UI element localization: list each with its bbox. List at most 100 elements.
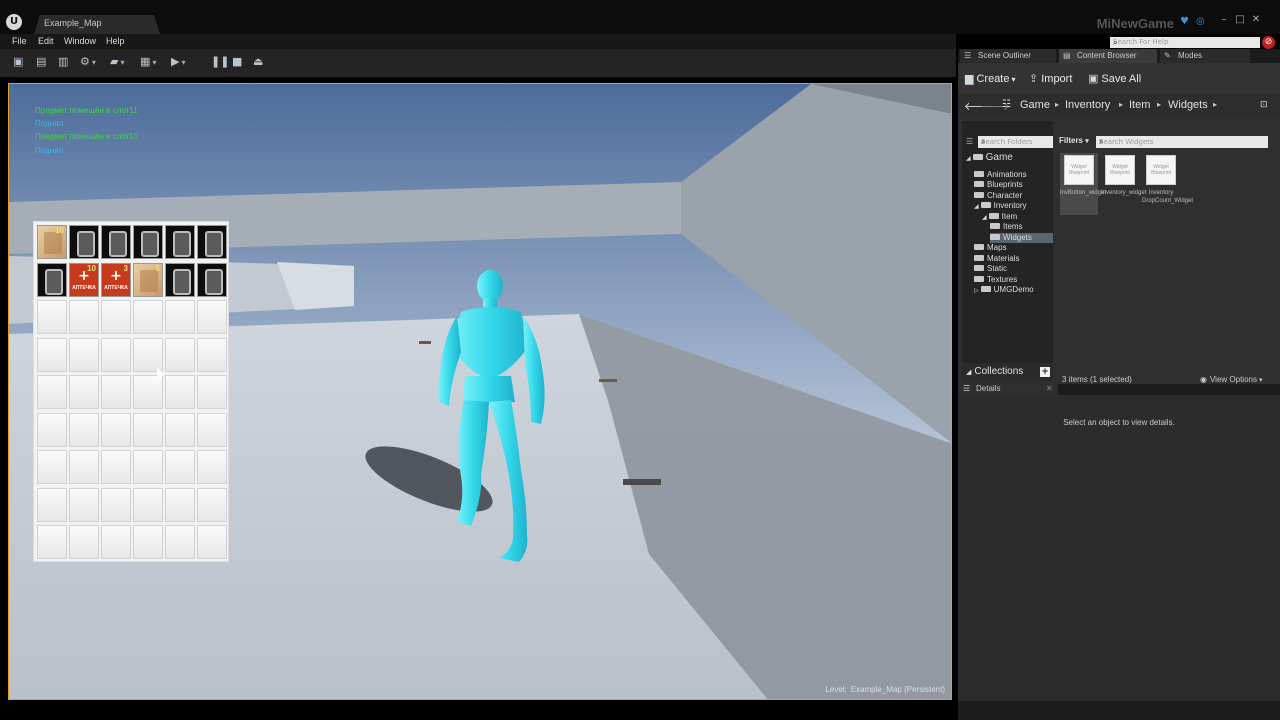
inventory-slot-phone[interactable] <box>37 262 67 297</box>
expand-arrow-icon[interactable]: ◢ <box>966 156 971 162</box>
inventory-slot-empty[interactable] <box>101 300 131 334</box>
expand-arrow-icon[interactable]: ◢ <box>982 215 987 221</box>
breadcrumb-widgets[interactable]: Widgets <box>1168 99 1208 111</box>
menu-window[interactable]: Window <box>64 36 96 46</box>
folder-animations[interactable]: Animations <box>974 170 1027 180</box>
folder-character[interactable]: Character <box>974 191 1022 201</box>
inventory-slot-empty[interactable] <box>101 525 131 559</box>
inventory-slot-empty[interactable] <box>101 375 131 409</box>
inventory-slot-empty[interactable] <box>197 412 227 447</box>
eject-icon[interactable]: ⏏ <box>253 55 263 69</box>
inventory-slot-empty[interactable] <box>101 337 131 372</box>
tab-details[interactable]: ☰ Details ✕ <box>958 382 1058 395</box>
inventory-slot-empty[interactable] <box>69 412 99 447</box>
view-options-button[interactable]: ◉ View Options ▾ <box>1200 375 1263 384</box>
inventory-slot-empty[interactable] <box>69 487 99 522</box>
breadcrumb-inventory[interactable]: Inventory <box>1065 99 1110 111</box>
inventory-slot-phone[interactable] <box>197 262 227 297</box>
tree-toggle-icon[interactable]: ☰ <box>966 137 973 146</box>
tab-content-browser[interactable]: ▤ Content Browser <box>1059 49 1157 63</box>
folder-game[interactable]: ◢ Game <box>966 153 1013 163</box>
cancel-search-icon[interactable]: ⊘ <box>1262 36 1275 49</box>
folder-textures[interactable]: Textures <box>974 275 1017 285</box>
inventory-slot-empty[interactable] <box>69 337 99 372</box>
inventory-slot-scroll[interactable]: 10 <box>37 225 67 259</box>
asset-tile[interactable]: Widget Blueprint Inventory_widget <box>1101 153 1146 215</box>
inventory-slot-empty[interactable] <box>101 412 131 447</box>
asset-tile[interactable]: Widget Blueprint InvButton_widget <box>1060 153 1106 215</box>
inventory-slot-empty[interactable] <box>133 525 163 559</box>
inventory-slot-empty[interactable] <box>133 300 163 334</box>
matinee-icon[interactable]: ▦ <box>140 55 156 69</box>
pause-icon[interactable]: ❚❚ <box>211 55 229 69</box>
inventory-slot-medkit[interactable]: 3 АПТЕЧКА <box>101 262 131 297</box>
folder-item[interactable]: ◢ Item <box>982 212 1017 222</box>
inventory-slot-empty[interactable] <box>133 375 163 409</box>
save-icon[interactable]: ▣ <box>13 55 23 69</box>
add-collection-icon[interactable]: + <box>1040 367 1050 377</box>
folder-inventory[interactable]: ◢ Inventory <box>974 201 1027 211</box>
inventory-slot-empty[interactable] <box>133 450 163 484</box>
inventory-slot-empty[interactable] <box>197 487 227 522</box>
inventory-slot-phone[interactable] <box>133 225 163 259</box>
path-menu-icon[interactable]: ☷ <box>1002 99 1011 110</box>
menu-edit[interactable]: Edit <box>38 36 54 46</box>
save-all-button[interactable]: ▣ Save All <box>1088 72 1141 85</box>
play-icon[interactable]: ▶ <box>171 55 185 69</box>
folder-maps[interactable]: Maps <box>974 243 1007 253</box>
minimize-icon[interactable]: – <box>1218 14 1230 26</box>
lock-icon[interactable]: ⊡ <box>1260 99 1268 110</box>
level-document-tab[interactable]: Example_Map <box>34 15 160 34</box>
filters-button[interactable]: Filters ▾ <box>1059 136 1089 145</box>
inventory-slot-empty[interactable] <box>37 525 67 559</box>
chevron-right-icon[interactable]: ▸ <box>1157 100 1161 109</box>
inventory-slot-empty[interactable] <box>165 525 195 559</box>
chevron-right-icon[interactable]: ▸ <box>1213 100 1217 109</box>
menu-file[interactable]: File <box>12 36 27 46</box>
settings-icon[interactable]: ⚙ <box>80 55 96 69</box>
tab-scene-outliner[interactable]: ☰ Scene Outliner <box>960 49 1056 63</box>
inventory-slot-phone[interactable] <box>197 225 227 259</box>
blueprints-icon[interactable]: ▰ <box>110 55 124 69</box>
inventory-slot-empty[interactable] <box>197 450 227 484</box>
folder-items[interactable]: Items <box>990 222 1023 232</box>
inventory-slot-medkit[interactable]: 10 АПТЕЧКА <box>69 262 99 297</box>
chevron-right-icon[interactable]: ▸ <box>1119 100 1123 109</box>
folder-widgets[interactable]: Widgets <box>990 232 1053 243</box>
asset-tile[interactable]: Widget Blueprint Inventory DropCount_Widg… <box>1142 153 1193 215</box>
inventory-slot-empty[interactable] <box>133 487 163 522</box>
inventory-slot-empty[interactable] <box>197 300 227 334</box>
inventory-slot-phone[interactable] <box>165 262 195 297</box>
breadcrumb-game[interactable]: Game <box>1020 99 1050 111</box>
inventory-slot-empty[interactable] <box>37 450 67 484</box>
inventory-slot-empty[interactable] <box>101 450 131 484</box>
inventory-slot-empty[interactable] <box>37 300 67 334</box>
close-icon[interactable]: ✕ <box>1046 382 1053 395</box>
feedback-icon[interactable]: ♥ <box>1180 17 1190 27</box>
menu-help[interactable]: Help <box>106 36 125 46</box>
inventory-slot-scroll[interactable]: 5 <box>133 262 163 297</box>
inventory-slot-empty[interactable] <box>165 412 195 447</box>
inventory-slot-phone[interactable] <box>165 225 195 259</box>
folder-static[interactable]: Static <box>974 264 1007 274</box>
inventory-slot-empty[interactable] <box>165 300 195 334</box>
folder-materials[interactable]: Materials <box>974 254 1019 264</box>
inventory-slot-empty[interactable] <box>37 375 67 409</box>
inventory-slot-empty[interactable] <box>37 412 67 447</box>
inventory-grid[interactable]: 10 10 АПТЕЧКА 3 АПТЕЧКА 5 <box>33 221 229 562</box>
source-control-icon[interactable]: ▤ <box>36 55 46 69</box>
inventory-slot-empty[interactable] <box>197 337 227 372</box>
inventory-slot-empty[interactable] <box>197 525 227 559</box>
inventory-slot-empty[interactable] <box>69 525 99 559</box>
breadcrumb-item[interactable]: Item <box>1129 99 1150 111</box>
search-widgets-input[interactable]: Search Widgets ⌕ <box>1096 136 1268 148</box>
tab-modes[interactable]: ✎ Modes <box>1160 49 1250 63</box>
level-viewport[interactable]: Предмет помещён в слот11 Поднял Предмет … <box>8 83 952 700</box>
inventory-slot-empty[interactable] <box>165 487 195 522</box>
create-button[interactable]: ▆ Create ▾ <box>965 72 1016 85</box>
inventory-slot-phone[interactable] <box>69 225 99 259</box>
inventory-slot-empty[interactable] <box>69 375 99 409</box>
stop-icon[interactable]: ■ <box>232 55 242 69</box>
source-control-status-icon[interactable]: ◎ <box>1196 17 1206 27</box>
inventory-slot-empty[interactable] <box>37 337 67 372</box>
